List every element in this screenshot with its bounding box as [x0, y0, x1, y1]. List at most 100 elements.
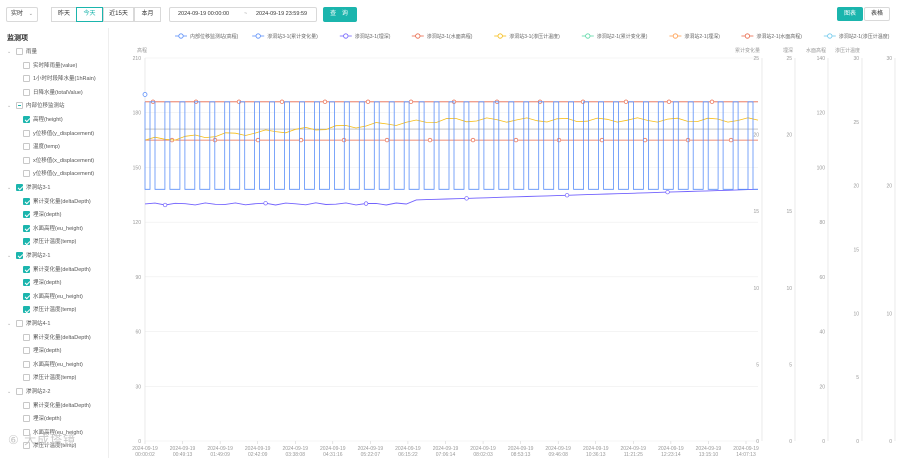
checkbox[interactable]: [23, 401, 30, 409]
y-tick-right: 40: [819, 330, 825, 336]
tree-item[interactable]: 水面高程(eu_height): [23, 223, 108, 235]
legend-marker: [255, 33, 261, 39]
x-tick-label-time: 08:53:13: [511, 452, 531, 458]
y-tick-right: 20: [786, 133, 792, 139]
y-tick-right: 0: [789, 439, 792, 445]
y-tick-right: 80: [819, 220, 825, 226]
tree-item[interactable]: 高程(height): [23, 114, 108, 126]
tree-group[interactable]: ⌄ 渗洞站3-1: [7, 182, 108, 194]
checkbox[interactable]: [23, 347, 30, 355]
series-line-height: [144, 101, 758, 190]
range-button-month[interactable]: 本月: [134, 7, 161, 22]
checkbox[interactable]: [16, 388, 23, 395]
y-axis-label-right: 渗压计温度: [835, 47, 860, 54]
checkbox[interactable]: [23, 374, 30, 382]
checkbox[interactable]: [23, 292, 30, 300]
checkbox[interactable]: [23, 197, 30, 205]
tree-item[interactable]: 水面高程(eu_height): [23, 359, 108, 371]
legend-marker: [497, 33, 503, 39]
query-button[interactable]: 查 询: [323, 7, 357, 22]
range-button-15days[interactable]: 近15天: [103, 7, 134, 22]
tree-group[interactable]: ⌄ 雨量: [7, 46, 108, 58]
tree-item[interactable]: 温度(temp): [23, 141, 108, 153]
tree-label: 1小时时段降水量(1hRain): [33, 76, 96, 83]
expand-arrow-icon[interactable]: ⌄: [7, 46, 11, 58]
legend-marker: [178, 33, 184, 39]
expand-arrow-icon[interactable]: ⌄: [7, 318, 11, 330]
checkbox[interactable]: [23, 415, 30, 423]
tree-item[interactable]: x位移值(x_displacement): [23, 155, 108, 167]
tree-item[interactable]: 累计变化量(deltaDepth): [23, 264, 108, 276]
checkbox[interactable]: [23, 61, 30, 69]
tree-item[interactable]: 渗压计温度(temp): [23, 372, 108, 384]
tree-group[interactable]: ⌄ 渗洞站4-1: [7, 318, 108, 330]
checkbox[interactable]: [23, 279, 30, 287]
checkbox[interactable]: [23, 265, 30, 273]
checkbox[interactable]: [23, 129, 30, 137]
tree-group[interactable]: ⌄ 渗洞站2-1: [7, 250, 108, 262]
legend-marker: [585, 33, 591, 39]
x-tick-label-time: 13:15:10: [699, 452, 719, 458]
tree-group[interactable]: ⌄ 渗洞站2-2: [7, 386, 108, 398]
checkbox[interactable]: [16, 48, 23, 55]
checkbox[interactable]: [16, 252, 23, 259]
tree-label: y位移值(y_displacement): [33, 130, 95, 137]
checkbox[interactable]: [23, 306, 30, 314]
tree-item[interactable]: 渗压计温度(temp): [23, 304, 108, 316]
tree-item[interactable]: 实时降雨量(value): [23, 60, 108, 72]
tree-item[interactable]: 渗压计温度(temp): [23, 236, 108, 248]
y-tick-right: 0: [822, 439, 825, 445]
mode-select[interactable]: 实时 ⌄: [6, 7, 38, 22]
x-tick-label-time: 03:38:08: [286, 452, 306, 458]
tree-item[interactable]: 日降水量(totalValue): [23, 87, 108, 99]
checkbox[interactable]: [23, 211, 30, 219]
tree-label: 埋深(depth): [33, 348, 62, 355]
checkbox[interactable]: [23, 224, 30, 232]
series-point-depth: [665, 189, 670, 195]
expand-arrow-icon[interactable]: ⌄: [7, 250, 11, 262]
tree-item[interactable]: 累计变化量(deltaDepth): [23, 400, 108, 412]
checkbox[interactable]: [23, 333, 30, 341]
tree-item[interactable]: 累计变化量(deltaDepth): [23, 332, 108, 344]
checkbox[interactable]: [23, 88, 30, 96]
range-button-yesterday[interactable]: 昨天: [51, 7, 77, 22]
tree-item[interactable]: y位移值(y_displacement): [23, 168, 108, 180]
tree-item[interactable]: 累计变化量(deltaDepth): [23, 196, 108, 208]
checkbox[interactable]: [23, 143, 30, 151]
date-separator: ~: [244, 11, 248, 17]
y-tick-left: 30: [135, 384, 141, 390]
checkbox[interactable]: [23, 360, 30, 368]
series-point-water-level: [709, 99, 715, 104]
checkbox[interactable]: [16, 184, 23, 191]
date-end: 2024-09-19 23:59:59: [256, 11, 308, 17]
tree-item[interactable]: 埋深(depth): [23, 345, 108, 357]
checkbox[interactable]: [16, 320, 23, 327]
checkbox[interactable]: [23, 156, 30, 164]
y-tick-right: 0: [856, 439, 859, 445]
checkbox[interactable]: [16, 102, 23, 110]
tree-group[interactable]: ⌄ 内部位移监测站: [7, 100, 108, 112]
checkbox[interactable]: [23, 116, 30, 123]
legend-label-7: 渗洞站2-1(水面高程): [756, 33, 802, 40]
checkbox[interactable]: [23, 75, 30, 83]
expand-arrow-icon[interactable]: ⌄: [7, 386, 11, 398]
tree-item[interactable]: 1小时时段降水量(1hRain): [23, 73, 108, 85]
date-start: 2024-09-19 00:00:00: [178, 11, 230, 17]
tree-item[interactable]: 水面高程(eu_height): [23, 291, 108, 303]
expand-arrow-icon[interactable]: ⌄: [7, 182, 11, 194]
tree-item[interactable]: 埋深(depth): [23, 413, 108, 425]
tree-item[interactable]: y位移值(y_displacement): [23, 128, 108, 140]
chart-view-button[interactable]: 图表: [837, 7, 863, 21]
checkbox[interactable]: [23, 238, 30, 246]
y-axis-label-right: 埋深: [783, 47, 793, 54]
tree-item[interactable]: 埋深(depth): [23, 209, 108, 221]
series-point-water-level: [279, 99, 285, 104]
date-range-picker[interactable]: 2024-09-19 00:00:00 ~ 2024-09-19 23:59:5…: [169, 7, 317, 22]
tree-label: 水面高程(eu_height): [33, 293, 83, 300]
range-button-today[interactable]: 今天: [76, 7, 103, 22]
y-tick-right: 10: [753, 286, 759, 292]
checkbox[interactable]: [23, 170, 30, 178]
tree-item[interactable]: 埋深(depth): [23, 277, 108, 289]
table-view-button[interactable]: 表格: [864, 7, 890, 21]
expand-arrow-icon[interactable]: ⌄: [7, 100, 11, 112]
